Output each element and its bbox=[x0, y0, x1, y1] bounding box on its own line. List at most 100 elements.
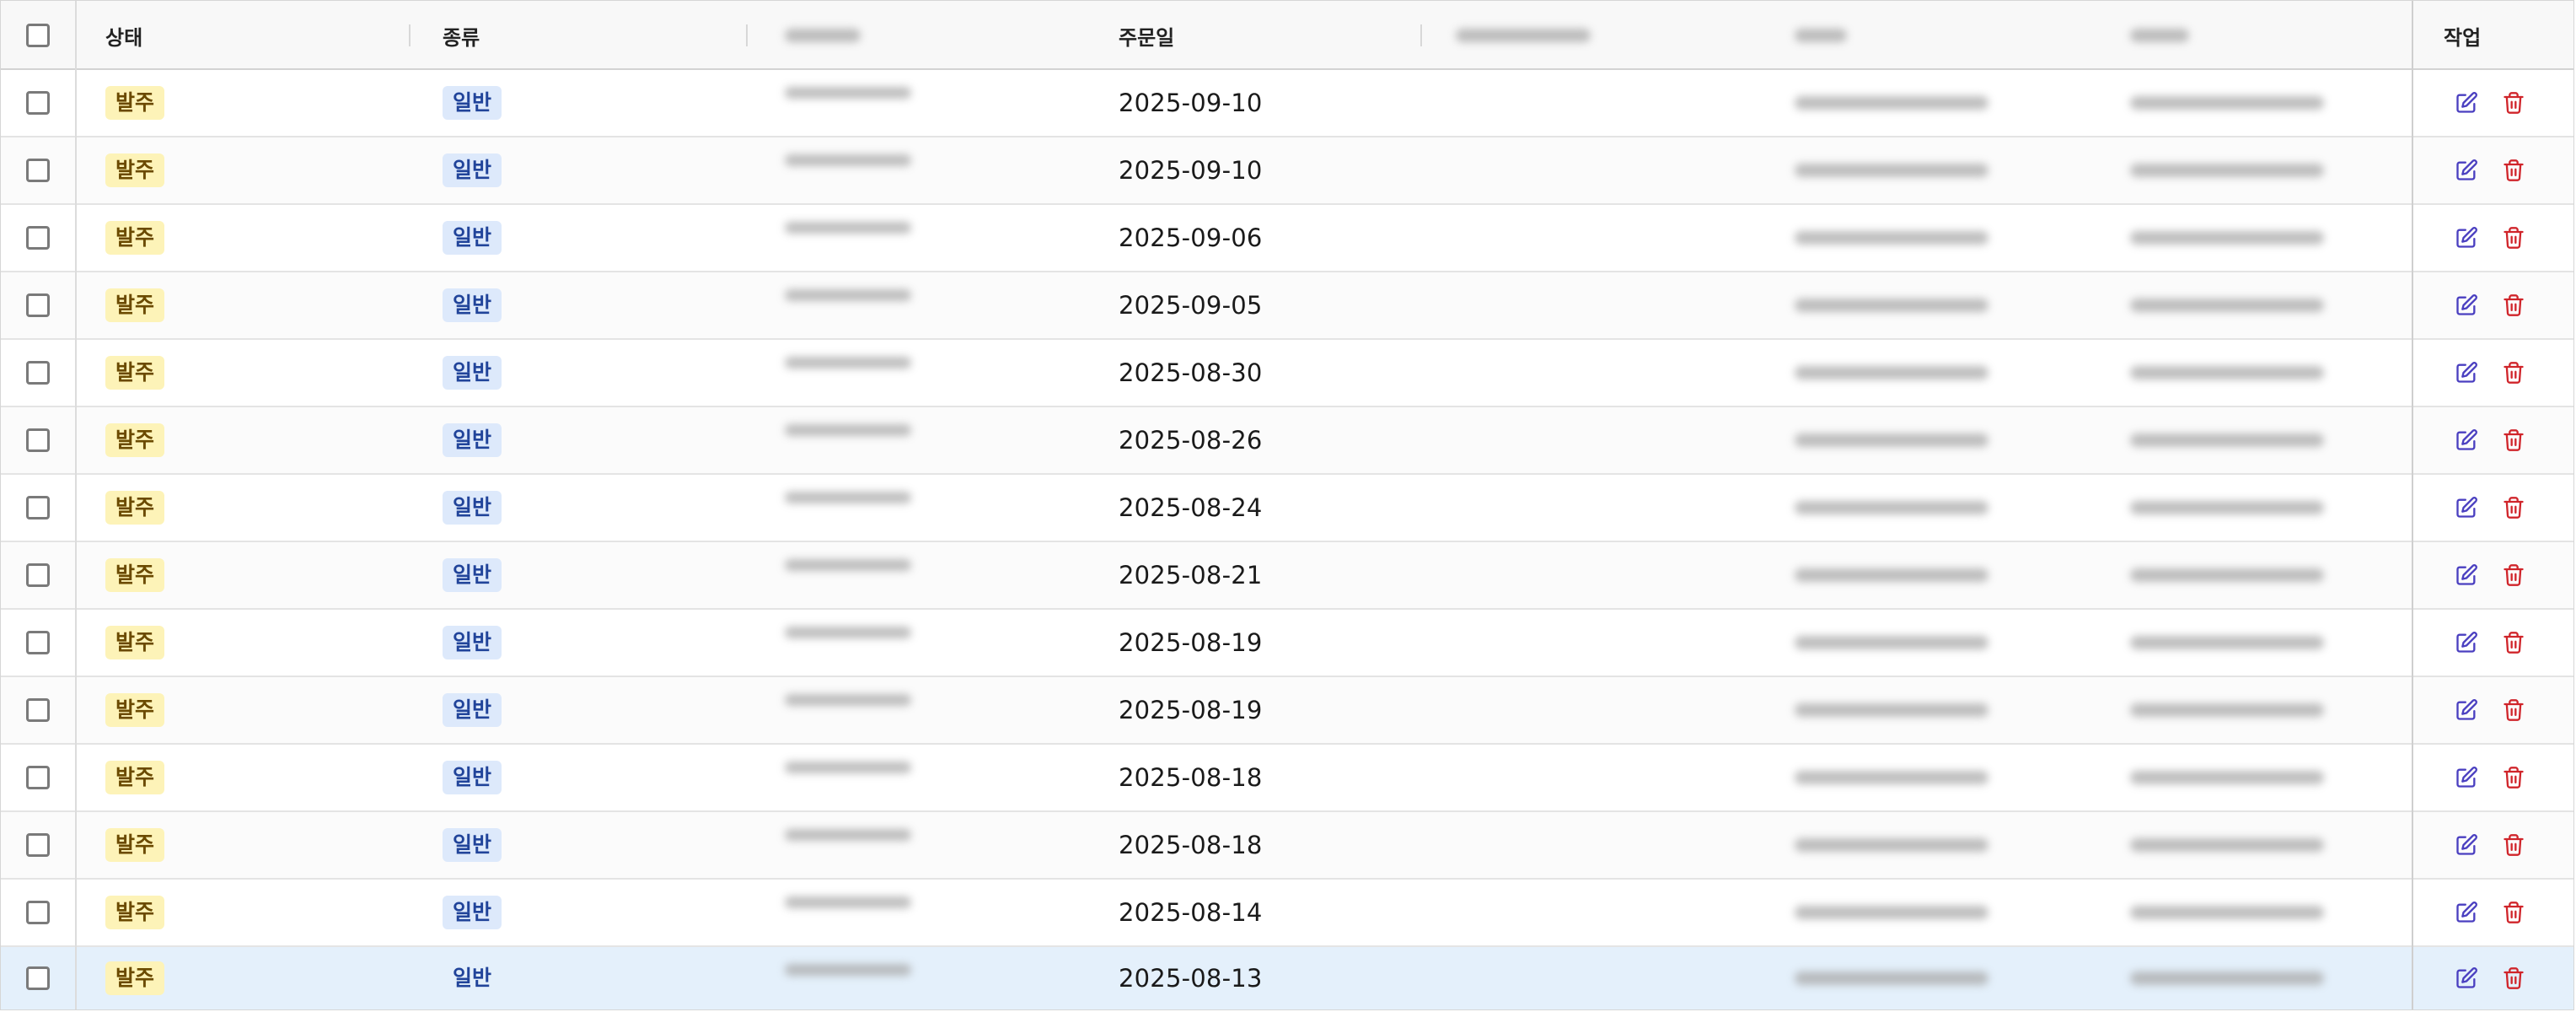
column-resize-handle[interactable] bbox=[1420, 24, 1422, 46]
edit-button[interactable] bbox=[2452, 156, 2481, 185]
edit-button[interactable] bbox=[2452, 763, 2481, 792]
header-redacted-2[interactable] bbox=[1456, 1, 1591, 70]
row-checkbox[interactable] bbox=[26, 159, 50, 182]
kind-badge: 일반 bbox=[443, 558, 502, 592]
row-checkbox[interactable] bbox=[26, 226, 50, 250]
edit-icon bbox=[2456, 967, 2477, 988]
row-checkbox[interactable] bbox=[26, 361, 50, 385]
kind-cell: 일반 bbox=[443, 340, 502, 406]
table-row[interactable]: 발주 일반 2025-09-05 bbox=[1, 272, 2573, 340]
edit-button[interactable] bbox=[2452, 89, 2481, 117]
column-resize-handle[interactable] bbox=[409, 24, 411, 46]
row-checkbox[interactable] bbox=[26, 766, 50, 789]
table-row[interactable]: 발주 일반 2025-09-10 bbox=[1, 137, 2573, 205]
order-date: 2025-09-10 bbox=[1119, 156, 1263, 185]
status-cell: 발주 bbox=[105, 407, 165, 473]
table-row[interactable]: 발주 일반 2025-09-10 bbox=[1, 70, 2573, 137]
redacted-cell bbox=[785, 205, 911, 271]
table-row[interactable]: 발주 일반 2025-08-18 bbox=[1, 812, 2573, 880]
edit-button[interactable] bbox=[2452, 493, 2481, 522]
row-checkbox[interactable] bbox=[26, 293, 50, 317]
table-row[interactable]: 발주 일반 2025-08-18 bbox=[1, 745, 2573, 812]
table-row[interactable]: 발주 일반 2025-08-26 bbox=[1, 407, 2573, 475]
order-date: 2025-08-19 bbox=[1119, 628, 1263, 657]
table-row[interactable]: 발주 일반 2025-09-06 bbox=[1, 205, 2573, 272]
kind-cell: 일반 bbox=[443, 745, 502, 810]
delete-button[interactable] bbox=[2499, 89, 2528, 117]
delete-button[interactable] bbox=[2499, 831, 2528, 859]
edit-button[interactable] bbox=[2452, 561, 2481, 589]
header-order-date[interactable]: 주문일 bbox=[1119, 1, 1174, 70]
header-redacted-3[interactable] bbox=[1795, 1, 1847, 70]
header-redacted-4[interactable] bbox=[2130, 1, 2189, 70]
table-row[interactable]: 발주 일반 2025-08-21 bbox=[1, 542, 2573, 610]
kind-cell: 일반 bbox=[443, 205, 502, 271]
order-date-cell: 2025-08-13 bbox=[1119, 947, 1263, 1009]
delete-button[interactable] bbox=[2499, 223, 2528, 252]
table-row[interactable]: 발주 일반 2025-08-30 bbox=[1, 340, 2573, 407]
delete-button[interactable] bbox=[2499, 426, 2528, 455]
row-select-cell bbox=[1, 205, 75, 271]
delete-button[interactable] bbox=[2499, 493, 2528, 522]
redacted-cell bbox=[1795, 812, 1988, 878]
redacted-cell bbox=[2130, 677, 2324, 743]
table-row[interactable]: 발주 일반 2025-08-13 bbox=[1, 947, 2573, 1009]
header-redacted-1[interactable] bbox=[785, 1, 861, 70]
row-checkbox[interactable] bbox=[26, 496, 50, 519]
actions-cell bbox=[2452, 407, 2528, 473]
edit-button[interactable] bbox=[2452, 358, 2481, 387]
edit-button[interactable] bbox=[2452, 223, 2481, 252]
trash-icon bbox=[2504, 159, 2524, 181]
edit-button[interactable] bbox=[2452, 628, 2481, 657]
edit-button[interactable] bbox=[2452, 831, 2481, 859]
order-date: 2025-09-10 bbox=[1119, 89, 1263, 117]
status-badge: 발주 bbox=[105, 961, 165, 995]
kind-cell: 일반 bbox=[443, 947, 502, 1009]
row-checkbox[interactable] bbox=[26, 833, 50, 857]
column-resize-handle[interactable] bbox=[746, 24, 748, 46]
table-row[interactable]: 발주 일반 2025-08-19 bbox=[1, 677, 2573, 745]
delete-button[interactable] bbox=[2499, 898, 2528, 927]
row-checkbox[interactable] bbox=[26, 428, 50, 452]
header-kind[interactable]: 종류 bbox=[443, 1, 480, 70]
edit-button[interactable] bbox=[2452, 964, 2481, 993]
table-row[interactable]: 발주 일반 2025-08-14 bbox=[1, 880, 2573, 947]
column-divider bbox=[2412, 1, 2413, 1009]
table-row[interactable]: 발주 일반 2025-08-24 bbox=[1, 475, 2573, 542]
redacted-cell bbox=[785, 340, 911, 406]
status-cell: 발주 bbox=[105, 610, 165, 676]
edit-button[interactable] bbox=[2452, 291, 2481, 320]
kind-badge: 일반 bbox=[443, 491, 502, 525]
row-select-cell bbox=[1, 947, 75, 1009]
row-checkbox[interactable] bbox=[26, 631, 50, 654]
delete-button[interactable] bbox=[2499, 763, 2528, 792]
delete-button[interactable] bbox=[2499, 628, 2528, 657]
row-checkbox[interactable] bbox=[26, 901, 50, 924]
row-checkbox[interactable] bbox=[26, 91, 50, 115]
trash-icon bbox=[2504, 902, 2524, 923]
edit-button[interactable] bbox=[2452, 898, 2481, 927]
delete-button[interactable] bbox=[2499, 696, 2528, 724]
edit-button[interactable] bbox=[2452, 426, 2481, 455]
redacted-cell bbox=[1795, 610, 1988, 676]
delete-button[interactable] bbox=[2499, 291, 2528, 320]
status-badge: 발주 bbox=[105, 356, 165, 390]
row-checkbox[interactable] bbox=[26, 563, 50, 587]
row-checkbox[interactable] bbox=[26, 966, 50, 990]
actions-cell bbox=[2452, 137, 2528, 203]
edit-button[interactable] bbox=[2452, 696, 2481, 724]
header-status[interactable]: 상태 bbox=[105, 1, 142, 70]
row-select-cell bbox=[1, 542, 75, 608]
header-select-all-cell bbox=[1, 1, 75, 70]
delete-button[interactable] bbox=[2499, 156, 2528, 185]
redacted-cell bbox=[1795, 745, 1988, 810]
delete-button[interactable] bbox=[2499, 561, 2528, 589]
select-all-checkbox[interactable] bbox=[26, 24, 50, 47]
actions-cell bbox=[2452, 947, 2528, 1009]
order-date-cell: 2025-08-18 bbox=[1119, 812, 1263, 878]
delete-button[interactable] bbox=[2499, 358, 2528, 387]
table-row[interactable]: 발주 일반 2025-08-19 bbox=[1, 610, 2573, 677]
kind-badge: 일반 bbox=[443, 288, 502, 322]
row-checkbox[interactable] bbox=[26, 698, 50, 722]
delete-button[interactable] bbox=[2499, 964, 2528, 993]
